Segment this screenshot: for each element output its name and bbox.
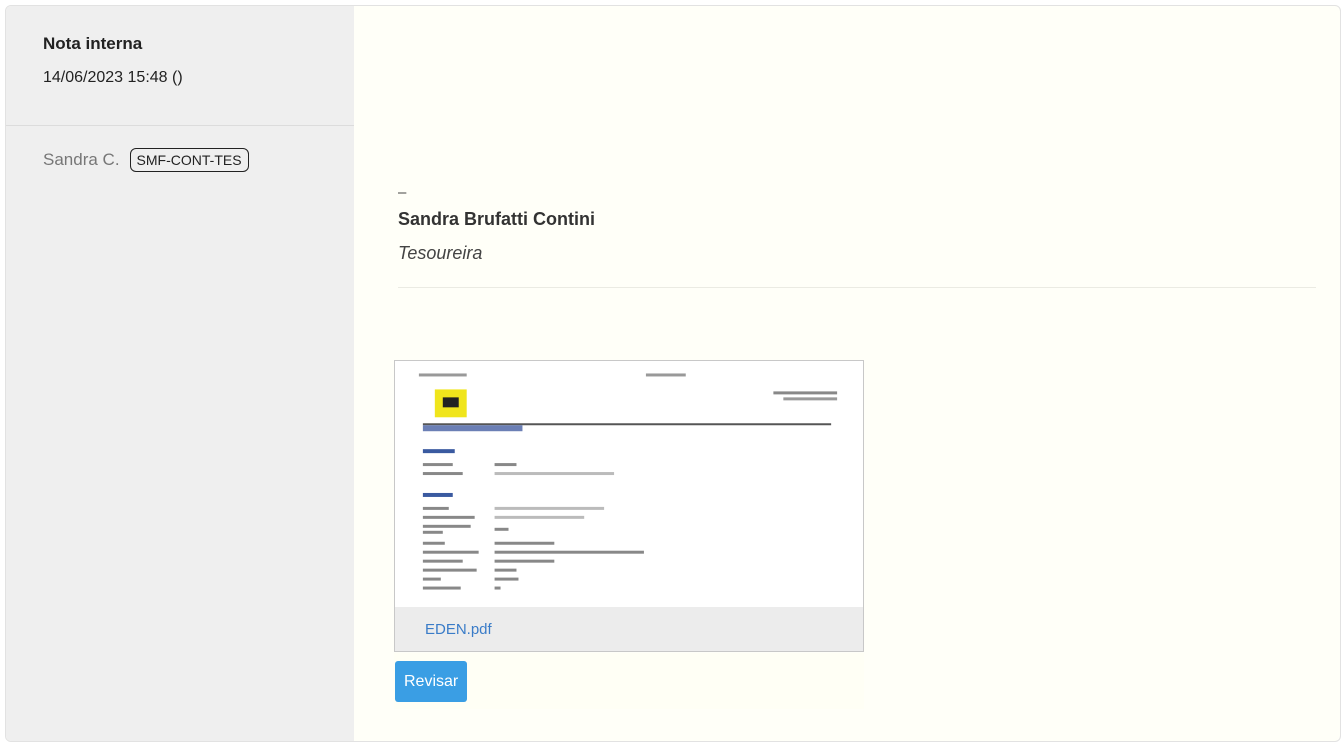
signature-separator: – xyxy=(398,184,407,201)
note-content: – Sandra Brufatti Contini Tesoureira EDE… xyxy=(354,6,1340,741)
note-datetime: 14/06/2023 15:48 () xyxy=(43,69,183,86)
content-divider xyxy=(398,287,1316,288)
attachment-filename-link[interactable]: EDEN.pdf xyxy=(425,621,492,638)
attachment-actions: Revisar xyxy=(394,653,864,709)
attachment-footer: EDEN.pdf xyxy=(395,607,863,651)
message-card: Nota interna 14/06/2023 15:48 () Sandra … xyxy=(5,5,1341,742)
note-sidebar: Nota interna 14/06/2023 15:48 () Sandra … xyxy=(6,6,354,741)
author-name: Sandra C. xyxy=(43,150,120,169)
pdf-thumbnail[interactable] xyxy=(395,361,863,607)
author-row: Sandra C. SMF-CONT-TES xyxy=(6,126,354,172)
signature-role: Tesoureira xyxy=(398,243,483,263)
note-header: Nota interna 14/06/2023 15:48 () xyxy=(6,6,354,126)
review-button[interactable]: Revisar xyxy=(395,661,468,702)
signature-name: Sandra Brufatti Contini xyxy=(398,209,595,229)
pdf-attachment-card[interactable]: EDEN.pdf xyxy=(394,360,864,652)
note-title: Nota interna xyxy=(43,34,143,53)
author-department-badge: SMF-CONT-TES xyxy=(129,148,249,172)
